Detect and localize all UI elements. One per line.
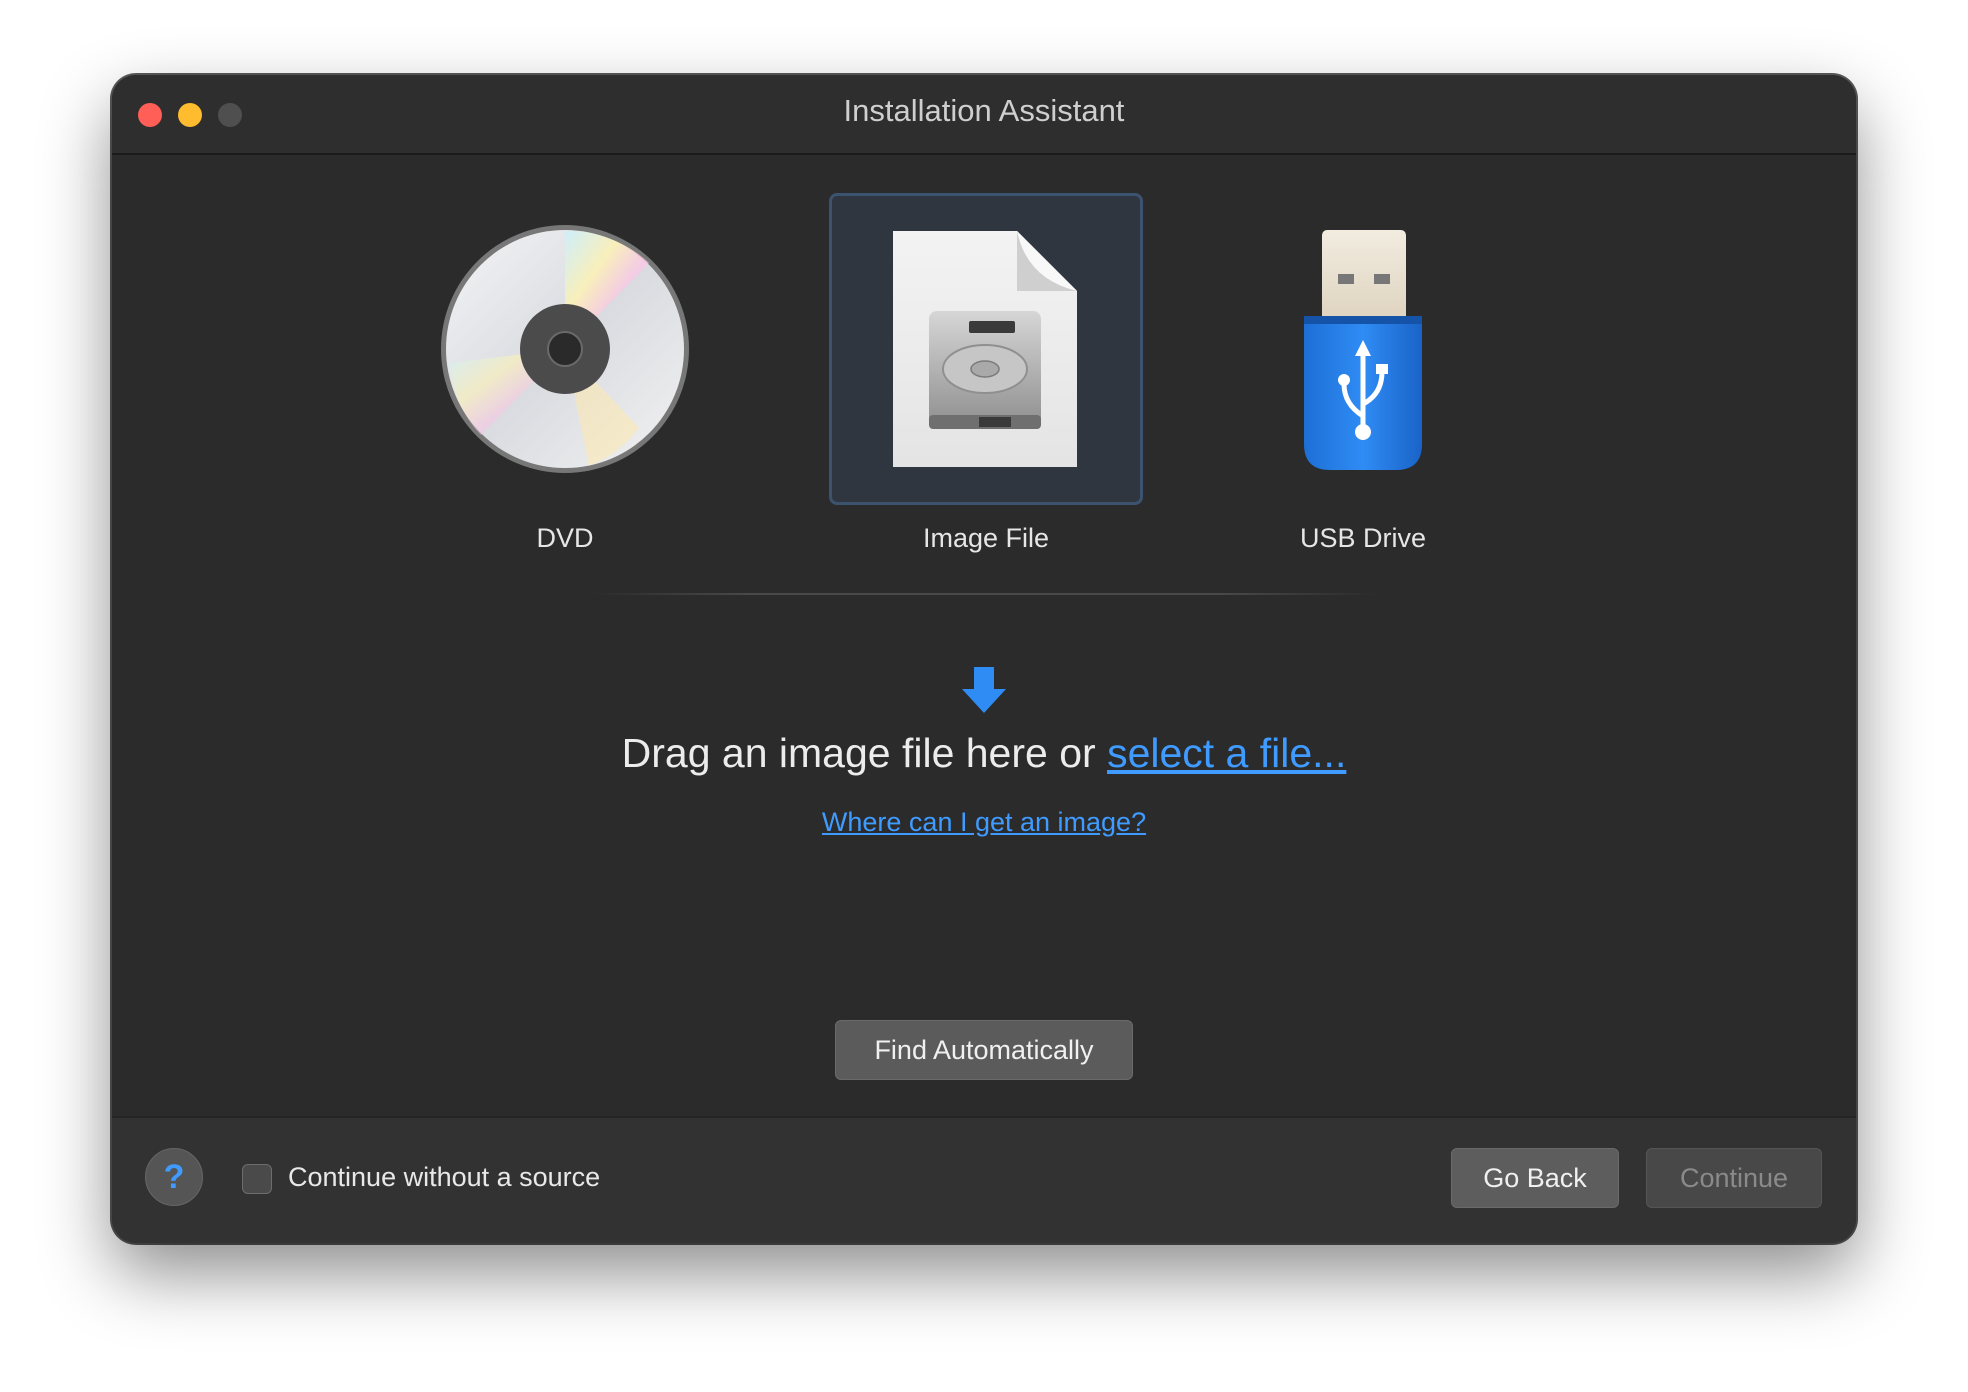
find-automatically-button[interactable]: Find Automatically: [835, 1020, 1133, 1080]
dvd-disc-icon: [441, 225, 689, 473]
source-option-image-file[interactable]: [829, 193, 1143, 505]
help-button[interactable]: ?: [145, 1148, 203, 1206]
source-option-dvd[interactable]: [408, 193, 722, 505]
installation-assistant-window: Installation Assistant DVD Image File US…: [112, 75, 1856, 1243]
where-to-get-image-link: Where can I get an image?: [112, 807, 1856, 838]
source-option-usb-drive[interactable]: [1206, 193, 1520, 505]
go-back-button[interactable]: Go Back: [1451, 1148, 1619, 1208]
question-mark-icon: ?: [163, 1158, 185, 1196]
usb-drive-icon: [1304, 230, 1422, 470]
title-bar: Installation Assistant: [112, 75, 1856, 155]
continue-without-source-checkbox[interactable]: [242, 1164, 272, 1194]
where-to-get-image-link-text[interactable]: Where can I get an image?: [822, 807, 1146, 837]
continue-without-source-label[interactable]: Continue without a source: [288, 1162, 600, 1193]
drop-zone-instructions: Drag an image file here or select a file…: [112, 730, 1856, 777]
source-label-dvd: DVD: [536, 523, 594, 553]
source-label-usb-drive: USB Drive: [1299, 523, 1427, 553]
disk-image-file-icon: [893, 231, 1077, 467]
source-label-image-file: Image File: [922, 523, 1050, 553]
footer-bar: ? Continue without a source Go Back Cont…: [112, 1116, 1856, 1243]
continue-button[interactable]: Continue: [1646, 1148, 1822, 1208]
section-divider: [590, 593, 1380, 595]
down-arrow-icon: [962, 667, 1006, 713]
select-file-link[interactable]: select a file...: [1107, 730, 1346, 776]
drop-zone-text: Drag an image file here or: [621, 730, 1108, 776]
window-title: Installation Assistant: [843, 93, 1125, 128]
